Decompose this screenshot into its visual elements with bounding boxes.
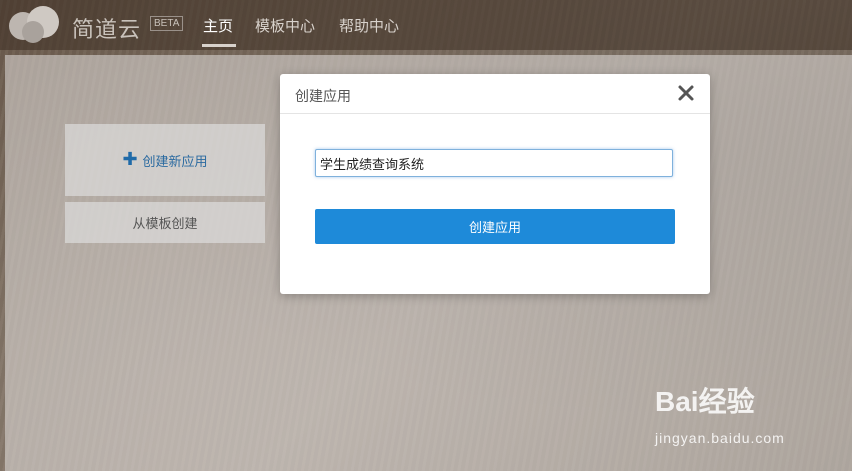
create-new-app-label: 创建新应用 — [142, 154, 208, 170]
create-new-app-card[interactable]: ✚ 创建新应用 — [65, 124, 265, 196]
plus-icon: ✚ — [122, 149, 138, 170]
close-icon[interactable] — [677, 84, 695, 102]
modal-title: 创建应用 — [295, 89, 351, 105]
nav-item-home[interactable]: 主页 — [203, 15, 233, 36]
beta-badge: BETA — [150, 16, 184, 31]
brand-name[interactable]: 简道云 — [72, 12, 141, 44]
create-from-template-button[interactable]: 从模板创建 — [65, 202, 265, 243]
watermark-logo: Bai经验 — [655, 386, 755, 417]
create-app-button[interactable]: 创建应用 — [315, 209, 675, 244]
watermark-url: jingyan.baidu.com — [655, 430, 785, 446]
watermark: Bai经验 jingyan.baidu.com — [655, 380, 815, 450]
app-name-input[interactable] — [315, 149, 673, 177]
create-app-modal: 创建应用 创建应用 — [280, 74, 710, 294]
top-nav: 简道云 BETA 主页 模板中心 帮助中心 — [0, 0, 852, 50]
active-tab-indicator — [202, 44, 236, 47]
nav-item-templates[interactable]: 模板中心 — [255, 15, 315, 36]
nav-item-help[interactable]: 帮助中心 — [339, 15, 399, 36]
cloud-logo-icon[interactable] — [5, 4, 63, 44]
modal-header: 创建应用 — [280, 74, 710, 114]
